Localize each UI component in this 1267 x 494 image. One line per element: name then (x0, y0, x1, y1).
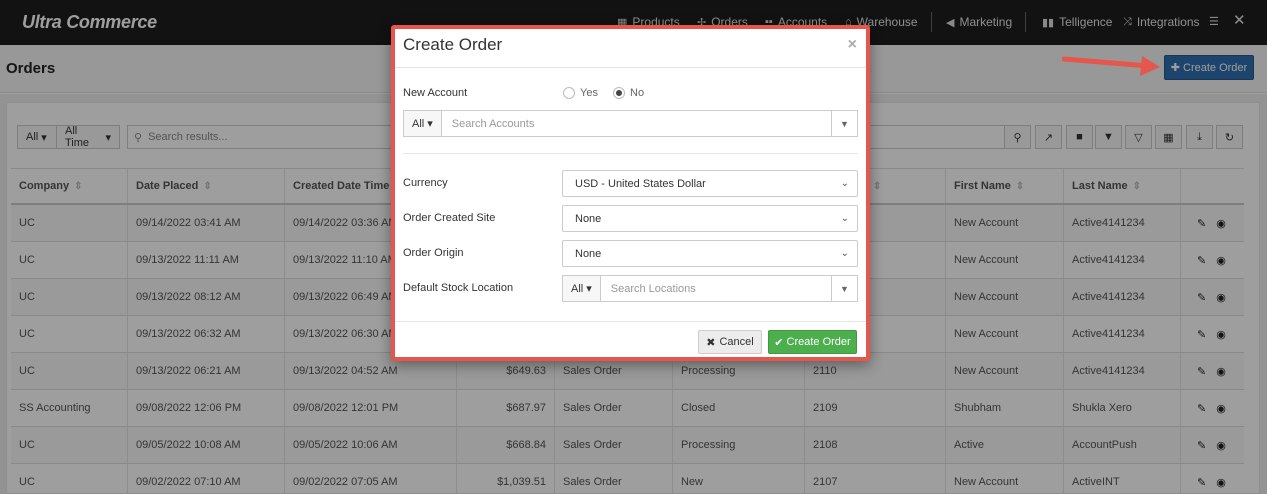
create-order-submit-button[interactable]: ✔ Create Order (768, 330, 857, 354)
close-icon[interactable]: × (848, 36, 857, 54)
cancel-button[interactable]: ✖ Cancel (698, 330, 762, 354)
check-icon: ✔ (774, 336, 784, 349)
order-origin-label: Order Origin (403, 247, 464, 259)
chevron-down-icon[interactable]: ▼ (831, 111, 857, 136)
order-created-site-select[interactable]: None ⌄ (562, 205, 858, 232)
new-account-label: New Account (403, 87, 468, 99)
currency-select[interactable]: USD - United States Dollar ⌄ (562, 170, 858, 197)
chevron-down-icon: ⌄ (840, 248, 849, 259)
stock-filter-dropdown[interactable]: All ▾ (563, 276, 601, 301)
arrow-annotation (1062, 56, 1160, 76)
divider (395, 67, 866, 68)
account-filter-dropdown[interactable]: All ▾ (404, 111, 442, 136)
radio-checked-icon (613, 87, 625, 99)
close-icon: ✖ (706, 336, 716, 349)
order-created-site-label: Order Created Site (403, 212, 496, 224)
new-account-yes-radio[interactable]: Yes (563, 87, 598, 99)
new-account-no-radio[interactable]: No (613, 87, 644, 99)
radio-icon (563, 87, 575, 99)
chevron-down-icon: ⌄ (840, 178, 849, 189)
divider (403, 153, 858, 154)
default-stock-location-label: Default Stock Location (403, 282, 514, 294)
chevron-down-icon[interactable]: ▼ (831, 276, 857, 301)
chevron-down-icon: ⌄ (840, 213, 849, 224)
divider (395, 321, 866, 322)
caret-down-icon: ▾ (586, 283, 592, 295)
caret-down-icon: ▾ (427, 118, 433, 130)
create-order-modal: Create Order × New Account Yes No All ▾ S… (391, 25, 870, 361)
stock-location-combo: All ▾ Search Locations ▼ (562, 275, 858, 302)
stock-location-search-input[interactable]: Search Locations (601, 283, 831, 295)
modal-title: Create Order (403, 35, 503, 54)
account-search-input[interactable]: Search Accounts (442, 118, 831, 130)
account-search-combo: All ▾ Search Accounts ▼ (403, 110, 858, 137)
order-origin-select[interactable]: None ⌄ (562, 240, 858, 267)
currency-label: Currency (403, 177, 448, 189)
